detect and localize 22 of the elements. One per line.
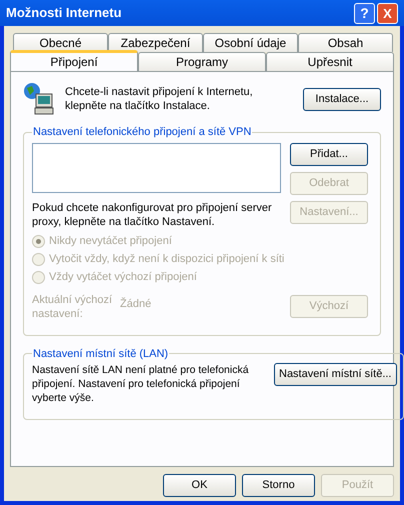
group-title: Nastavení místní sítě (LAN): [32, 346, 170, 362]
lan-text: Nastavení sítě LAN není platné pro telefonická připojení. Nastavení pro telefonická připojení vyberte výše.: [32, 363, 250, 405]
dialog-button[interactable]: Storno: [242, 474, 315, 497]
tab[interactable]: Upřesnit: [266, 52, 394, 71]
setup-text: Chcete-li nastavit připojení k Internetu, klepněte na tlačítko Instalace.: [65, 85, 254, 113]
connection-list[interactable]: [32, 142, 281, 192]
tab[interactable]: Připojení: [10, 50, 138, 71]
tab[interactable]: Programy: [138, 52, 266, 71]
close-button[interactable]: X: [377, 2, 398, 24]
help-button[interactable]: ?: [354, 2, 375, 24]
dialup-button[interactable]: Přidat...: [290, 142, 368, 166]
default-label: Aktuální výchozí nastavení:: [32, 292, 114, 320]
tab[interactable]: Osobní údaje: [203, 33, 298, 52]
proxy-text: Pokud chcete nakonfigurovat pro připojení server proxy, klepněte na tlačítko Nastavení.: [32, 200, 273, 228]
setup-button[interactable]: Instalace...: [303, 88, 381, 110]
tab[interactable]: Zabezpečení: [108, 33, 203, 52]
lan-settings-button[interactable]: Nastavení místní sítě...: [274, 363, 396, 386]
group-title: Nastavení telefonického připojení a sítě VPN: [32, 125, 252, 140]
dialog-button[interactable]: OK: [163, 474, 236, 497]
default-value: Žádné: [120, 296, 152, 312]
window-title: Možnosti Internetu: [6, 4, 123, 22]
tab[interactable]: Obsah: [298, 33, 393, 52]
